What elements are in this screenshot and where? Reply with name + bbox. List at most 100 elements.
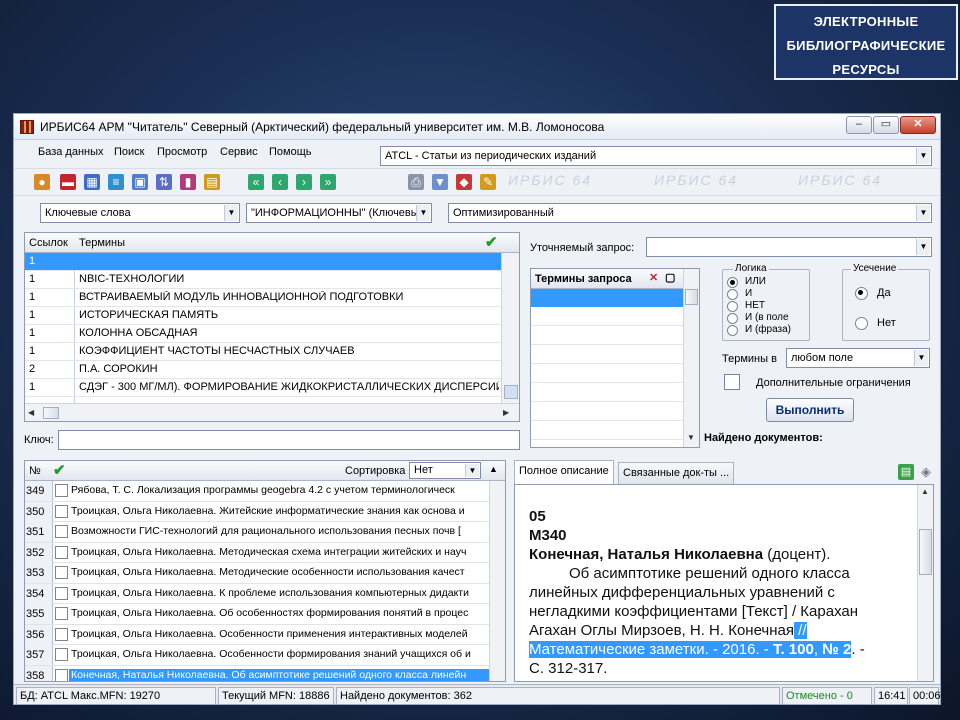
menu-service[interactable]: Сервис: [220, 146, 258, 158]
table-icon[interactable]: ▦: [84, 174, 100, 190]
record-checkbox[interactable]: [55, 648, 68, 661]
search-term-select[interactable]: "ИНФОРМАЦИОННЫ" (Ключевы ▼: [246, 203, 432, 223]
tag-icon[interactable]: ◈: [918, 464, 934, 480]
scroll-thumb[interactable]: [685, 289, 698, 305]
database-select[interactable]: ATCL - Статьи из периодических изданий ▼: [380, 146, 932, 166]
tab-full-description[interactable]: Полное описание: [514, 460, 614, 484]
previous-record-icon[interactable]: ‹: [272, 174, 288, 190]
delete-record-icon[interactable]: ▬: [60, 174, 76, 190]
save-icon[interactable]: ▼: [432, 174, 448, 190]
query-term-row[interactable]: [531, 383, 683, 402]
menu-view[interactable]: Просмотр: [157, 146, 207, 158]
next-record-icon[interactable]: ›: [296, 174, 312, 190]
logic-option[interactable]: ИЛИ: [727, 276, 811, 288]
bookmark-icon[interactable]: ▮: [180, 174, 196, 190]
export-icon[interactable]: ≡: [108, 174, 124, 190]
checkmark-icon[interactable]: ✔: [53, 461, 66, 479]
record-row[interactable]: 349 Рябова, Т. С. Локализация программы g…: [25, 481, 489, 502]
terms-horizontal-scrollbar[interactable]: ◀ ▶: [25, 403, 519, 421]
terms-row[interactable]: 1: [25, 253, 501, 271]
print-icon[interactable]: ⎙: [408, 174, 424, 190]
record-row[interactable]: 358 Конечная, Наталья Николаевна. Об асим…: [25, 665, 493, 681]
record-row[interactable]: 357 Троицкая, Ольга Николаевна. Особеннос…: [25, 645, 489, 666]
close-button[interactable]: ✕: [900, 116, 936, 134]
query-term-row[interactable]: [531, 326, 683, 345]
description-scrollbar[interactable]: ▲: [917, 485, 933, 681]
sort-select[interactable]: Нет ▼: [409, 462, 481, 479]
scroll-down-icon[interactable]: ▼: [687, 433, 695, 442]
logic-radio[interactable]: [727, 277, 738, 288]
order-icon[interactable]: ◆: [456, 174, 472, 190]
scroll-left-icon[interactable]: ◀: [28, 408, 34, 417]
scroll-up-icon[interactable]: ▲: [489, 464, 498, 474]
logic-radio[interactable]: [727, 313, 738, 324]
col-links[interactable]: Ссылок: [29, 237, 68, 249]
logic-option[interactable]: И (фраза): [727, 324, 811, 336]
users-icon[interactable]: ●: [34, 174, 50, 190]
terms-row[interactable]: 2 П.А. СОРОКИН: [25, 361, 501, 379]
chevron-down-icon[interactable]: [504, 385, 518, 399]
query-term-row[interactable]: [531, 421, 683, 440]
truncation-no-radio[interactable]: [855, 317, 868, 330]
extra-limits-checkbox[interactable]: [724, 374, 740, 390]
record-row[interactable]: 356 Троицкая, Ольга Николаевна. Особеннос…: [25, 624, 489, 645]
record-row[interactable]: 354 Троицкая, Ольга Николаевна. К проблем…: [25, 583, 489, 604]
record-row[interactable]: 351 Возможности ГИС-технологий для рацион…: [25, 522, 489, 543]
scroll-right-icon[interactable]: ▶: [503, 408, 509, 417]
query-term-row[interactable]: [531, 345, 683, 364]
copy-icon[interactable]: ▢: [665, 271, 675, 284]
view-icon[interactable]: ▣: [132, 174, 148, 190]
logic-option[interactable]: И: [727, 288, 811, 300]
key-input[interactable]: [58, 430, 520, 450]
menu-database[interactable]: База данных: [38, 146, 104, 158]
scroll-thumb[interactable]: [919, 529, 932, 575]
record-checkbox[interactable]: [55, 525, 68, 538]
query-term-row[interactable]: [531, 307, 683, 326]
truncation-yes-radio[interactable]: [855, 287, 868, 300]
edit-icon[interactable]: ✎: [480, 174, 496, 190]
menu-search[interactable]: Поиск: [114, 146, 144, 158]
sort-icon[interactable]: ⇅: [156, 174, 172, 190]
terms-vertical-scrollbar[interactable]: [501, 253, 519, 403]
record-row[interactable]: 355 Троицкая, Ольга Николаевна. Об особен…: [25, 604, 489, 625]
record-row[interactable]: 353 Троицкая, Ольга Николаевна. Методичес…: [25, 563, 489, 584]
run-search-button[interactable]: Выполнить: [766, 398, 854, 422]
search-index-select[interactable]: Ключевые слова ▼: [40, 203, 240, 223]
logic-option[interactable]: И (в поле: [727, 312, 811, 324]
record-row[interactable]: 352 Троицкая, Ольга Николаевна. Методичес…: [25, 542, 489, 563]
tab-linked-docs[interactable]: Связанные док-ты ...: [618, 462, 735, 484]
refine-query-select[interactable]: ▼: [646, 237, 932, 257]
record-checkbox[interactable]: [55, 504, 68, 518]
scroll-up-icon[interactable]: ▲: [921, 487, 929, 496]
terms-row[interactable]: 1 КОЭФФИЦИЕНТ ЧАСТОТЫ НЕСЧАСТНЫХ СЛУЧАЕВ: [25, 343, 501, 361]
close-icon[interactable]: ✕: [649, 271, 658, 284]
logic-radio[interactable]: [727, 301, 738, 312]
checkmark-icon[interactable]: ✔: [485, 233, 498, 251]
record-checkbox[interactable]: [55, 607, 68, 620]
query-terms-scrollbar[interactable]: ▼: [683, 269, 699, 447]
record-checkbox[interactable]: [55, 484, 68, 497]
terms-row[interactable]: 1 ВСТРАИВАЕМЫЙ МОДУЛЬ ИННОВАЦИОННОЙ ПОДГО…: [25, 289, 501, 307]
record-row[interactable]: 350 Троицкая, Ольга Николаевна. Житейские…: [25, 501, 489, 522]
record-checkbox[interactable]: [55, 668, 68, 681]
book-icon[interactable]: ▤: [204, 174, 220, 190]
cart-icon[interactable]: ▤: [898, 464, 914, 480]
last-record-icon[interactable]: »: [320, 174, 336, 190]
logic-option[interactable]: НЕТ: [727, 300, 811, 312]
logic-radio[interactable]: [727, 325, 738, 336]
col-terms[interactable]: Термины: [79, 237, 125, 249]
maximize-button[interactable]: ▭: [873, 116, 899, 134]
terms-row[interactable]: 1 КОЛОННА ОБСАДНАЯ: [25, 325, 501, 343]
terms-row[interactable]: 1 ИСТОРИЧЕСКАЯ ПАМЯТЬ: [25, 307, 501, 325]
query-term-row[interactable]: [531, 364, 683, 383]
record-checkbox[interactable]: [55, 545, 68, 559]
minimize-button[interactable]: –: [846, 116, 872, 134]
query-term-row-selected[interactable]: [531, 289, 683, 307]
menu-help[interactable]: Помощь: [269, 146, 312, 158]
records-scrollbar[interactable]: [489, 481, 505, 681]
record-checkbox[interactable]: [55, 566, 68, 579]
record-checkbox[interactable]: [55, 627, 68, 641]
terms-row[interactable]: 1 NBIC-ТЕХНОЛОГИИ: [25, 271, 501, 289]
terms-in-select[interactable]: любом поле ▼: [786, 348, 930, 368]
search-mode-select[interactable]: Оптимизированный ▼: [448, 203, 932, 223]
